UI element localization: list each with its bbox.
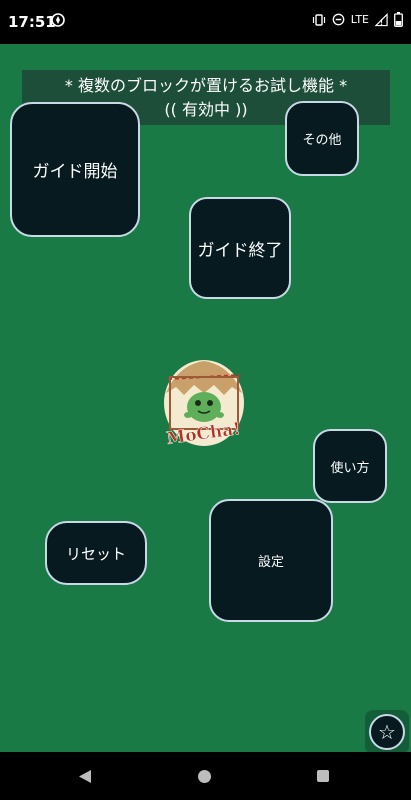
settings-button[interactable]: 設定 [209, 499, 333, 622]
battery-icon [394, 12, 403, 27]
favorite-button[interactable]: ☆ [365, 710, 409, 754]
status-time: 17:51 [8, 13, 56, 31]
guide-end-button[interactable]: ガイド終了 [189, 197, 291, 299]
guide-start-button[interactable]: ガイド開始 [10, 102, 140, 237]
recent-apps-icon[interactable] [317, 770, 329, 782]
navigation-bar [0, 752, 411, 800]
network-label: LTE [350, 13, 369, 26]
star-icon[interactable]: ☆ [369, 714, 405, 750]
mocha-logo: MoCha! [164, 360, 244, 448]
vibrate-icon [312, 13, 325, 26]
signal-icon [375, 12, 388, 26]
data-saver-icon [51, 13, 65, 27]
banner-line-1: * 複数のブロックが置けるお試し機能 * [64, 76, 348, 95]
back-icon[interactable] [78, 769, 92, 784]
reset-button[interactable]: リセット [45, 521, 147, 585]
how-to-use-button[interactable]: 使い方 [313, 429, 387, 503]
status-icons: LTE [312, 12, 403, 27]
do-not-disturb-icon [332, 13, 345, 26]
home-icon[interactable] [198, 770, 211, 783]
status-bar: 17:51 LTE [0, 0, 411, 44]
other-button[interactable]: その他 [285, 101, 359, 176]
